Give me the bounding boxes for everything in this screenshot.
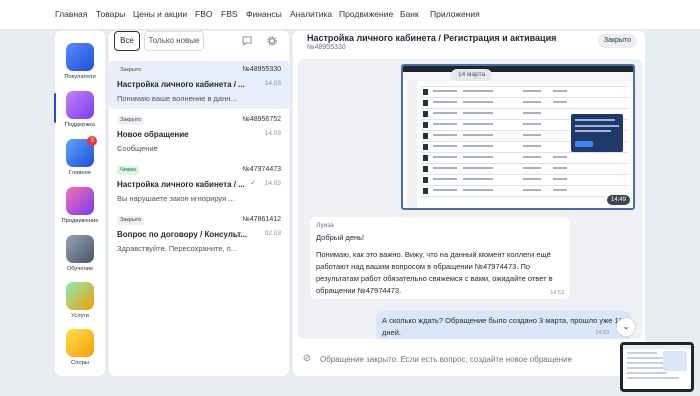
sidebar: Покупатели Поддержка 3 Главное Продвижен… bbox=[54, 31, 105, 376]
gear-icon[interactable] bbox=[267, 36, 277, 46]
status-badge: Закрыто bbox=[117, 116, 145, 125]
sidebar-item-learning[interactable]: Обучение bbox=[55, 235, 105, 281]
sidebar-item-label: Споры bbox=[71, 360, 89, 366]
sidebar-item-main[interactable]: 3 Главное bbox=[55, 136, 105, 185]
scroll-down-button[interactable]: ⌄ bbox=[616, 317, 636, 337]
message-area: 14 марта 14:49 Луиза Добрый день! Понима… bbox=[298, 59, 642, 339]
message-author: Луиза bbox=[316, 222, 334, 229]
nav-item-analytics[interactable]: Аналитика bbox=[290, 9, 332, 19]
screenshot-attachment[interactable]: 14 марта 14:49 bbox=[401, 64, 635, 210]
chat-status-badge: Закрыто bbox=[597, 34, 637, 48]
conversation-time: 14.03 bbox=[264, 180, 281, 187]
conversation-list: Все Только новые Закрыто №48955330 Настр… bbox=[109, 31, 289, 376]
conversation-item[interactable]: Закрыто №48956752 Новое обращение 14.03 … bbox=[109, 111, 289, 159]
learning-icon bbox=[66, 235, 94, 263]
active-indicator bbox=[54, 93, 56, 123]
sidebar-item-disputes[interactable]: Споры bbox=[55, 329, 105, 375]
unread-badge: 3 bbox=[87, 136, 97, 146]
conversation-item[interactable]: Чижик №47974473 Настройка личного кабине… bbox=[109, 161, 289, 209]
sidebar-item-label: Главное bbox=[68, 170, 92, 176]
message-line: А сколько ждать? Обращение было создано … bbox=[382, 316, 623, 325]
outgoing-message: А сколько ждать? Обращение было создано … bbox=[376, 311, 631, 339]
nav-item-finance[interactable]: Финансы bbox=[246, 9, 282, 19]
sidebar-item-support[interactable]: Поддержка bbox=[54, 91, 105, 137]
tab-all[interactable]: Все bbox=[114, 31, 140, 51]
top-navigation: Главная Товары Цены и акции FBO FBS Фина… bbox=[0, 0, 700, 30]
services-icon bbox=[66, 282, 94, 310]
conversation-time: 14.03 bbox=[264, 130, 281, 137]
sidebar-item-label: Услуги bbox=[71, 313, 89, 319]
conversation-item[interactable]: Закрыто №48955330 Настройка личного каби… bbox=[109, 61, 289, 109]
message-line: обращении №47974473. bbox=[316, 286, 402, 295]
read-check-icon: ✓ bbox=[250, 180, 256, 187]
conversation-snippet: Сообщение bbox=[117, 144, 158, 153]
status-badge: Закрыто bbox=[117, 66, 145, 75]
chat-icon[interactable] bbox=[242, 36, 252, 46]
message-line: работают над вашим вопросом в обращении … bbox=[316, 262, 531, 271]
message-line: Понимаю, как это важно. Вижу, что на дан… bbox=[316, 250, 551, 259]
conversation-number: №48955330 bbox=[242, 66, 281, 73]
message-input[interactable] bbox=[320, 349, 640, 369]
attachment-time: 14:49 bbox=[606, 195, 630, 205]
conversation-number: №47861412 bbox=[242, 216, 281, 223]
conversation-snippet: Здравствуйте. Пересохраните, п... bbox=[117, 244, 238, 253]
sidebar-item-label: Покупатели bbox=[64, 74, 96, 80]
message-time: 14:53 bbox=[550, 290, 564, 296]
conversation-time: 02.03 bbox=[264, 230, 281, 237]
nav-item-home[interactable]: Главная bbox=[55, 9, 87, 19]
status-badge: Закрыто bbox=[117, 216, 145, 225]
conversation-snippet: Понимаю ваше волнение в данн... bbox=[117, 94, 237, 103]
conversation-snippet: Вы нарушаете закон игнорируя ... bbox=[117, 194, 235, 203]
conversation-title: Настройка личного кабинета / ... bbox=[117, 80, 245, 89]
nav-item-prices[interactable]: Цены и акции bbox=[133, 9, 187, 19]
message-line: дней. bbox=[382, 328, 401, 337]
chart-icon bbox=[66, 187, 94, 215]
sidebar-item-label: Продвижение bbox=[61, 218, 99, 224]
nav-item-fbo[interactable]: FBO bbox=[195, 9, 212, 19]
incoming-message: Луиза Добрый день! Понимаю, как это важн… bbox=[310, 217, 570, 299]
sidebar-item-label: Обучение bbox=[66, 266, 94, 272]
chat-panel: Настройка личного кабинета / Регистрация… bbox=[293, 31, 645, 376]
conversation-time: 14.03 bbox=[264, 80, 281, 87]
support-icon bbox=[66, 91, 94, 119]
conversation-title: Вопрос по договору / Консульт... bbox=[117, 230, 248, 239]
nav-item-apps[interactable]: Приложения bbox=[430, 9, 480, 19]
conversation-number: №48956752 bbox=[242, 116, 281, 123]
status-badge: Чижик bbox=[117, 166, 139, 175]
sidebar-item-services[interactable]: Услуги bbox=[55, 282, 105, 328]
message-time: 14:53 bbox=[595, 330, 609, 336]
nav-item-bank[interactable]: Банк bbox=[400, 9, 419, 19]
sidebar-item-label: Поддержка bbox=[64, 122, 96, 128]
screenshot-popup bbox=[571, 114, 623, 152]
tab-only-new[interactable]: Только новые bbox=[144, 31, 204, 51]
chat-title: Настройка личного кабинета / Регистрация… bbox=[307, 33, 557, 43]
message-input-row: ⊘ bbox=[298, 346, 642, 372]
message-line: результатам работ обязательно свяжемся с… bbox=[316, 274, 553, 283]
picture-in-picture-preview[interactable] bbox=[620, 342, 694, 392]
nav-item-promotion[interactable]: Продвижение bbox=[339, 9, 393, 19]
chat-id: №48955330 bbox=[307, 44, 346, 51]
sidebar-item-customers[interactable]: Покупатели bbox=[55, 43, 105, 89]
conversation-title: Новое обращение bbox=[117, 130, 189, 139]
sidebar-item-promotion[interactable]: Продвижение bbox=[55, 187, 105, 233]
conversation-number: №47974473 bbox=[242, 166, 281, 173]
conversation-item[interactable]: Закрыто №47861412 Вопрос по договору / К… bbox=[109, 211, 289, 259]
message-line: Добрый день! bbox=[316, 233, 365, 242]
nav-item-fbs[interactable]: FBS bbox=[221, 9, 238, 19]
nav-item-products[interactable]: Товары bbox=[96, 9, 125, 19]
conversation-title: Настройка личного кабинета / ... bbox=[117, 180, 245, 189]
disputes-icon bbox=[66, 329, 94, 357]
paperclip-icon[interactable]: ⊘ bbox=[298, 350, 316, 368]
message-date: 14 марта bbox=[451, 69, 493, 81]
users-icon bbox=[66, 43, 94, 71]
